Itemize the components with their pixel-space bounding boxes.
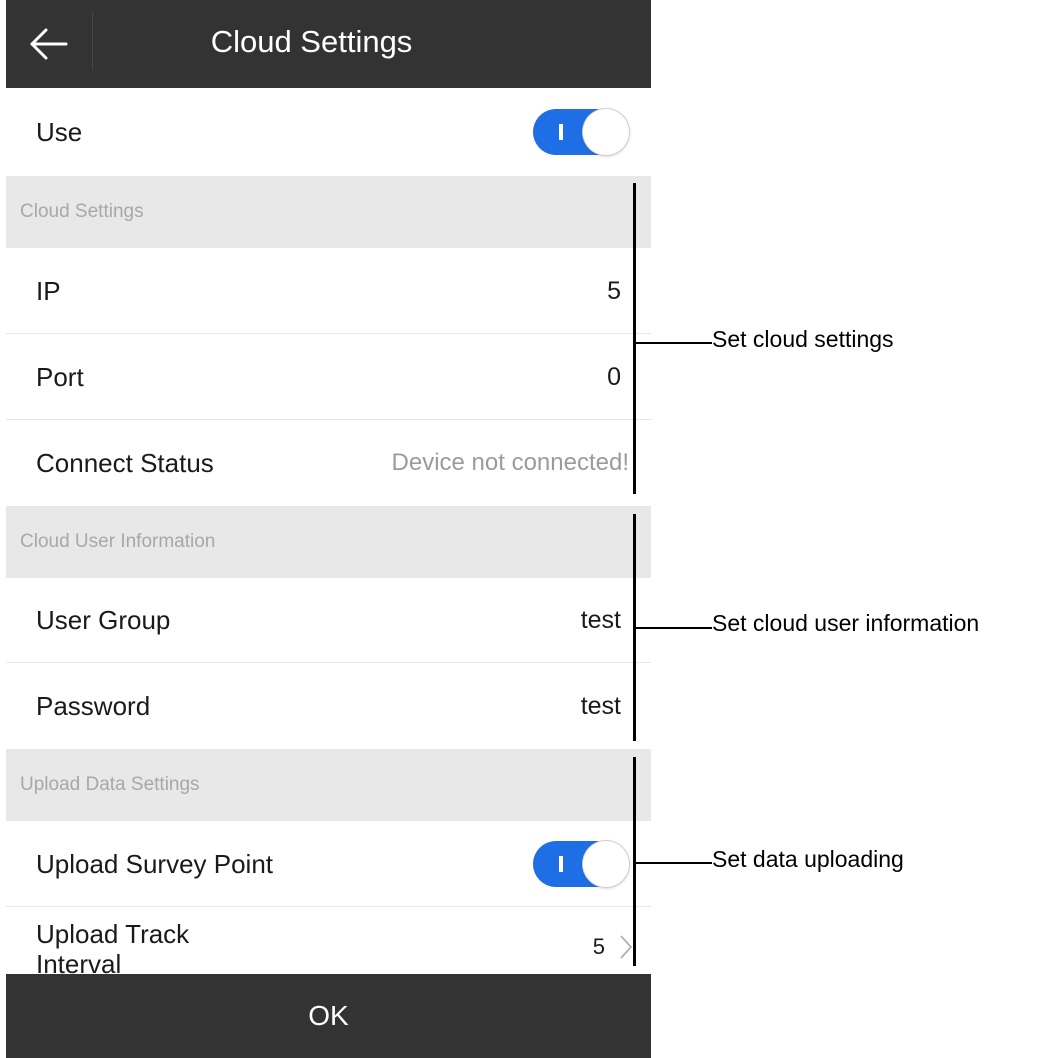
upload-survey-point-row: Upload Survey Point [6, 821, 651, 907]
use-row: Use [6, 88, 651, 176]
section-cloud-user: Cloud User Information [6, 506, 651, 578]
user-group-value: test [580, 606, 621, 634]
toggle-on-mark [559, 856, 563, 872]
port-value: 0 [607, 362, 621, 391]
connect-status-label: Connect Status [36, 447, 214, 478]
annotation-bracket-cloud-settings [633, 183, 636, 494]
password-value: test [580, 691, 621, 720]
section-title: Cloud User Information [20, 531, 216, 552]
ip-label: IP [36, 275, 61, 306]
annotation-cloud-settings: Set cloud settings [712, 326, 894, 352]
arrow-left-icon [30, 28, 68, 60]
ip-row[interactable]: IP 5 [6, 248, 651, 334]
page-title: Cloud Settings [210, 24, 413, 59]
toggle-knob [583, 841, 629, 887]
connect-status-row: Connect Status Device not connected! [6, 420, 651, 506]
toggle-knob [583, 109, 629, 155]
port-row[interactable]: Port 0 [6, 334, 651, 420]
section-title: Cloud Settings [20, 201, 144, 222]
use-toggle[interactable] [533, 109, 629, 155]
cloud-settings-screen: Cloud Settings Use Cloud Settings IP 5 P… [6, 0, 651, 1058]
annotation-leader-cloud-settings [636, 342, 712, 344]
password-label: Password [36, 690, 151, 721]
section-title: Upload Data Settings [20, 774, 200, 795]
connect-status-value: Device not connected! [391, 449, 629, 476]
upload-track-interval-label: Upload Track Interval [36, 919, 190, 979]
back-button[interactable] [6, 0, 92, 88]
chevron-right-icon [619, 934, 633, 960]
app-header: Cloud Settings [6, 0, 651, 88]
annotation-cloud-user: Set cloud user information [712, 610, 980, 636]
upload-track-interval-value: 5 [592, 934, 605, 959]
annotation-upload: Set data uploading [712, 846, 904, 872]
annotation-leader-upload [636, 862, 712, 864]
section-cloud-settings: Cloud Settings [6, 176, 651, 248]
annotation-leader-cloud-user [636, 627, 712, 629]
upload-survey-point-toggle[interactable] [533, 841, 629, 887]
port-label: Port [36, 361, 84, 392]
section-upload-data: Upload Data Settings [6, 749, 651, 821]
upload-survey-point-label: Upload Survey Point [36, 848, 274, 879]
ip-value: 5 [607, 276, 621, 305]
user-group-label: User Group [36, 605, 171, 635]
ok-button[interactable]: OK [6, 974, 651, 1058]
user-group-row[interactable]: User Group test [6, 578, 651, 663]
ok-button-label: OK [308, 1000, 349, 1031]
password-row[interactable]: Password test [6, 663, 651, 749]
use-label: Use [36, 116, 83, 147]
toggle-on-mark [559, 124, 563, 140]
